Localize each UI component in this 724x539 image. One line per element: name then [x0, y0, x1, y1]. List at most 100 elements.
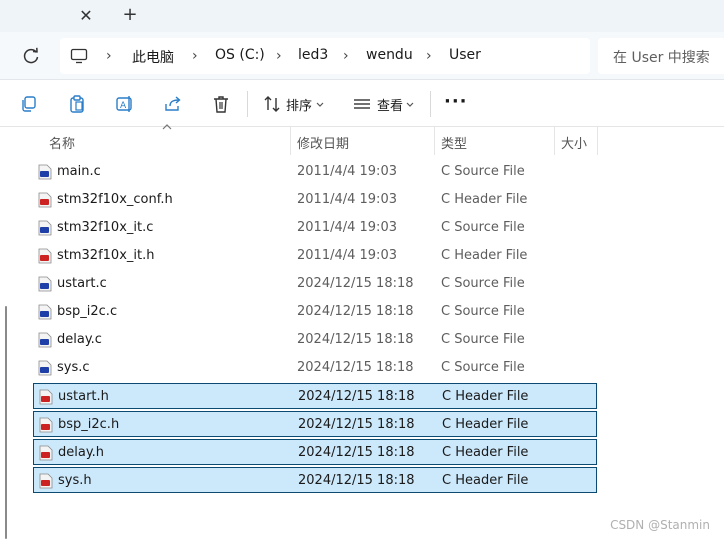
file-name: delay.h	[58, 445, 105, 460]
search-input[interactable]: 在 User 中搜索	[598, 38, 724, 74]
file-type: C Header File	[441, 192, 528, 207]
file-type: C Source File	[441, 164, 525, 179]
c-header-file-icon	[39, 417, 53, 433]
breadcrumb-separator[interactable]: ›	[276, 48, 282, 64]
c-header-file-icon	[39, 389, 53, 405]
address-row: › 此电脑 › OS (C:) › led3 › wendu › User 在 …	[0, 32, 724, 80]
c-header-file-icon	[38, 192, 52, 208]
svg-text:A: A	[120, 101, 127, 111]
file-row-selected[interactable]: bsp_i2c.h 2024/12/15 18:18 C Header File	[33, 411, 597, 437]
file-type: C Source File	[441, 304, 525, 319]
rename-icon[interactable]: A	[115, 94, 135, 114]
new-tab-button[interactable]: +	[120, 5, 140, 25]
more-options-button[interactable]: ···	[444, 91, 468, 112]
share-icon[interactable]	[163, 94, 183, 114]
search-placeholder: 在 User 中搜索	[613, 50, 710, 66]
c-source-file-icon	[38, 332, 52, 348]
column-type[interactable]: 类型	[441, 133, 467, 152]
breadcrumb-item[interactable]: led3	[298, 47, 328, 63]
file-name: stm32f10x_conf.h	[57, 192, 173, 207]
breadcrumb-separator[interactable]: ›	[426, 48, 432, 64]
file-row-selected[interactable]: delay.h 2024/12/15 18:18 C Header File	[33, 439, 597, 465]
c-source-file-icon	[38, 360, 52, 376]
c-source-file-icon	[38, 164, 52, 180]
column-divider[interactable]	[597, 127, 598, 155]
file-type: C Header File	[442, 473, 529, 488]
c-source-file-icon	[38, 220, 52, 236]
column-header: 名称 修改日期 类型 大小	[0, 124, 724, 155]
file-name: sys.c	[57, 360, 90, 375]
delete-icon[interactable]	[211, 94, 231, 114]
address-bar[interactable]: › 此电脑 › OS (C:) › led3 › wendu › User	[60, 38, 590, 74]
column-divider[interactable]	[290, 127, 291, 155]
file-type: C Source File	[441, 276, 525, 291]
breadcrumb-separator[interactable]: ›	[106, 48, 112, 64]
copy-icon[interactable]	[19, 94, 39, 114]
c-header-file-icon	[38, 248, 52, 264]
file-name: stm32f10x_it.c	[57, 220, 154, 235]
column-divider[interactable]	[434, 127, 435, 155]
breadcrumb-item[interactable]: 此电脑	[132, 47, 174, 67]
file-modified: 2024/12/15 18:18	[297, 360, 414, 375]
file-type: C Header File	[442, 417, 529, 432]
file-modified: 2011/4/4 19:03	[297, 248, 397, 263]
c-source-file-icon	[38, 304, 52, 320]
view-button[interactable]: 查看	[377, 95, 403, 114]
file-row[interactable]: stm32f10x_it.c 2011/4/4 19:03 C Source F…	[33, 215, 597, 241]
file-modified: 2024/12/15 18:18	[298, 445, 415, 460]
command-bar: A 排序 查看 ···	[0, 81, 724, 127]
column-divider[interactable]	[554, 127, 555, 155]
file-row[interactable]: bsp_i2c.c 2024/12/15 18:18 C Source File	[33, 299, 597, 325]
file-row[interactable]: sys.c 2024/12/15 18:18 C Source File	[33, 355, 597, 381]
navigation-pane-scrollbar[interactable]	[5, 306, 7, 539]
view-icon[interactable]	[352, 94, 372, 114]
column-size[interactable]: 大小	[561, 133, 587, 152]
file-name: sys.h	[58, 473, 92, 488]
file-row-selected[interactable]: sys.h 2024/12/15 18:18 C Header File	[33, 467, 597, 493]
file-name: main.c	[57, 164, 101, 179]
file-modified: 2011/4/4 19:03	[297, 192, 397, 207]
file-modified: 2011/4/4 19:03	[297, 164, 397, 179]
file-modified: 2024/12/15 18:18	[297, 304, 414, 319]
file-row[interactable]: stm32f10x_conf.h 2011/4/4 19:03 C Header…	[33, 187, 597, 213]
file-name: stm32f10x_it.h	[57, 248, 155, 263]
file-modified: 2024/12/15 18:18	[297, 276, 414, 291]
file-name: ustart.c	[57, 276, 107, 291]
file-type: C Source File	[441, 332, 525, 347]
file-name: delay.c	[57, 332, 102, 347]
file-modified: 2024/12/15 18:18	[298, 389, 415, 404]
breadcrumb-separator[interactable]: ›	[343, 48, 349, 64]
file-modified: 2011/4/4 19:03	[297, 220, 397, 235]
breadcrumb-item[interactable]: User	[449, 47, 481, 63]
breadcrumb-item[interactable]: wendu	[366, 47, 413, 63]
file-row[interactable]: delay.c 2024/12/15 18:18 C Source File	[33, 327, 597, 353]
file-row[interactable]: ustart.c 2024/12/15 18:18 C Source File	[33, 271, 597, 297]
refresh-icon[interactable]	[20, 45, 42, 67]
column-name[interactable]: 名称	[49, 133, 75, 152]
file-row[interactable]: stm32f10x_it.h 2011/4/4 19:03 C Header F…	[33, 243, 597, 269]
chevron-down-icon[interactable]	[315, 94, 325, 114]
sort-button[interactable]: 排序	[286, 95, 312, 114]
file-modified: 2024/12/15 18:18	[298, 473, 415, 488]
chevron-down-icon[interactable]	[405, 94, 415, 114]
c-header-file-icon	[39, 445, 53, 461]
paste-icon[interactable]	[67, 94, 87, 114]
file-row[interactable]: main.c 2011/4/4 19:03 C Source File	[33, 159, 597, 185]
file-name: bsp_i2c.c	[57, 304, 118, 319]
file-type: C Header File	[442, 389, 529, 404]
breadcrumb-separator[interactable]: ›	[192, 48, 198, 64]
file-type: C Source File	[441, 360, 525, 375]
file-name: bsp_i2c.h	[58, 417, 120, 432]
column-modified[interactable]: 修改日期	[297, 133, 349, 152]
tab-strip: ✕ +	[0, 0, 724, 32]
file-type: C Header File	[441, 248, 528, 263]
sort-icon[interactable]	[262, 94, 282, 114]
toolbar-divider	[430, 91, 431, 117]
file-type: C Header File	[442, 445, 529, 460]
file-type: C Source File	[441, 220, 525, 235]
c-header-file-icon	[39, 473, 53, 489]
breadcrumb-item[interactable]: OS (C:)	[215, 47, 265, 63]
this-pc-icon[interactable]	[70, 48, 88, 64]
close-tab-button[interactable]: ✕	[76, 6, 96, 26]
file-row-selected[interactable]: ustart.h 2024/12/15 18:18 C Header File	[33, 383, 597, 409]
